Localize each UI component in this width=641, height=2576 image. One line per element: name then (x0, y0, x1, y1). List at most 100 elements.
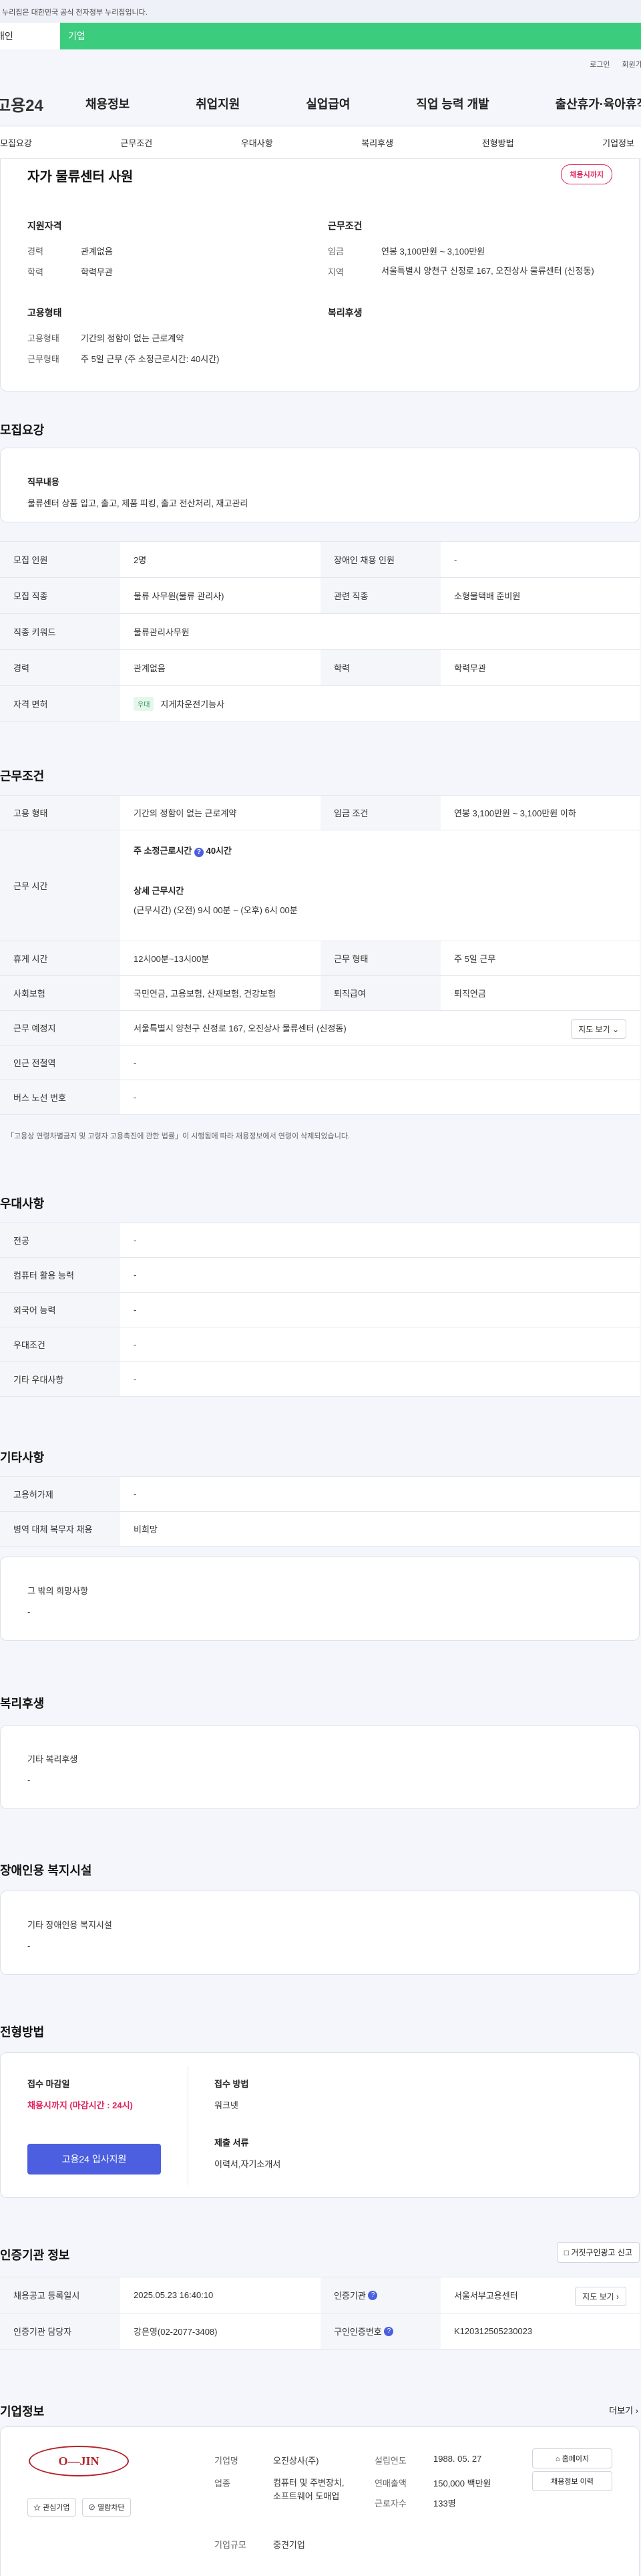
th: 컴퓨터 활용 능력 (0, 1258, 120, 1292)
work-time-cell: 주 소정근로시간 ? 40시간 상세 근무시간 (근무시간) (오전) 9시 0… (134, 844, 298, 916)
util-menu: 로그인 회원가입 (578, 59, 641, 69)
signup-link[interactable]: 회원가입 (622, 61, 641, 69)
td: 국민연금, 고용보험, 산재보험, 건강보험 (134, 989, 276, 999)
detail-hours-label: 상세 근무시간 (134, 886, 184, 896)
disabled-value: - (27, 1941, 31, 1951)
table-row: 우대조건 - (0, 1327, 640, 1362)
subnav-conditions[interactable]: 근무조건 (120, 136, 152, 149)
job-summary-card: 자가 물류센터 사원 채용시까지 지원자격 경력 관계없음 학력 학력무관 근무조건… (0, 159, 640, 391)
block-company-button[interactable]: ⊘ 열람차단 (82, 2498, 131, 2517)
subnav-selection[interactable]: 전형방법 (482, 136, 514, 149)
th: 휴게 시간 (0, 941, 120, 975)
pref-table: 전공 - 컴퓨터 활용 능력 - 외국어 능력 - 우대조건 - 기타 우대사항 - (0, 1223, 640, 1397)
map-button[interactable]: 지도 보기 ⌄ (571, 1019, 626, 1039)
table-row: 경력 관계없음 학력 학력무관 (0, 650, 640, 686)
etc-table: 고용허가제 - 병역 대체 복무자 채용 비희망 (0, 1476, 640, 1547)
homepage-button[interactable]: ⌂ 홈페이지 (532, 2448, 612, 2468)
history-button[interactable]: 채용정보 이력 (532, 2471, 612, 2491)
th: 학력 (320, 650, 441, 685)
th: 사회보험 (0, 976, 120, 1010)
favorite-company-button[interactable]: ☆ 관심기업 (27, 2498, 76, 2517)
table-row: 기타 우대사항 - (0, 1362, 640, 1397)
subnav-recruit[interactable]: 모집요강 (0, 136, 32, 149)
info-icon[interactable]: ? (194, 848, 204, 857)
docs-label: 제출 서류 (214, 2138, 249, 2148)
table-row: 인증기관 담당자 강은영(02-2077-3408) 구인인증번호 ? K120312… (0, 2313, 640, 2350)
gnb-jobs[interactable]: 채용정보 (85, 95, 130, 112)
th: 모집 직종 (0, 578, 120, 613)
job-title: 자가 물류센터 사원 (27, 170, 134, 184)
gnb-parental-leave[interactable]: 출산휴가·육아휴직 (556, 95, 641, 112)
subnav-welfare[interactable]: 복리후생 (361, 136, 393, 149)
td: - (134, 1305, 137, 1315)
career-value: 관계없음 (81, 247, 113, 257)
recruit-table: 모집 인원 2명 장애인 채용 인원 - 모집 직종 물류 사무원(물류 관리사) 관련 … (0, 541, 640, 722)
td: 12시00분~13시00분 (134, 954, 210, 964)
work-table: 고용 형태 기간의 정함이 없는 근로계약 임금 조건 연봉 3,100만원 ~ 3,… (0, 795, 640, 1115)
gov-notice-banner: 이 누리집은 대한민국 공식 전자정부 누리집입니다. (0, 0, 641, 23)
report-button[interactable]: □ 거짓구인광고 신고 (556, 2242, 640, 2263)
th: 인증기관 ? (320, 2277, 441, 2313)
section-title-pref: 우대사항 (0, 1197, 45, 1211)
est-value: 1988. 05. 27 (433, 2454, 482, 2464)
company-name-value: 오진상사(주) (273, 2456, 319, 2466)
gnb-training[interactable]: 직업 능력 개발 (416, 95, 489, 112)
table-row: 휴게 시간 12시00분~13시00분 근무 형태 주 5일 근무 (0, 941, 640, 976)
more-link[interactable]: 더보기 › (609, 2404, 638, 2416)
employment-title: 고용형태 (27, 307, 62, 318)
login-link[interactable]: 로그인 (590, 61, 610, 69)
table-row: 근무 예정지 서울특별시 양천구 신정로 167, 오진상사 물류센터 (신정동)… (0, 1011, 640, 1045)
block-icon: ⊘ (88, 2504, 95, 2512)
sales-value: 150,000 백만원 (433, 2478, 491, 2488)
region-value: 서울특별시 양천구 신정로 167, 오진상사 물류센터 (신정동) (381, 266, 594, 276)
td: 강은영(02-2077-3408) (134, 2327, 218, 2337)
table-row: 모집 인원 2명 장애인 채용 인원 - (0, 542, 640, 578)
cert-map-button[interactable]: 지도 보기 › (575, 2287, 626, 2306)
td: - (134, 1058, 137, 1068)
site-logo[interactable]: 고용24 (0, 92, 43, 116)
section-subnav: 모집요강 근무조건 우대사항 복리후생 전형방법 기업정보 (0, 127, 641, 159)
table-row: 자격 면허 우대 지게차운전기능사 (0, 686, 640, 722)
table-row: 채용공고 등록일시 2025.05.23 16:40:10 인증기관 ? 서울서부고용… (0, 2277, 640, 2313)
method-value: 워크넷 (214, 2100, 238, 2110)
emp-type-label: 고용형태 (27, 333, 59, 343)
th: 직종 키워드 (0, 614, 120, 649)
table-row: 직종 키워드 물류관리사무원 (0, 614, 640, 650)
industry-label: 업종 (214, 2478, 230, 2488)
th: 인증기관 담당자 (0, 2313, 120, 2349)
td: 2025.05.23 16:40:10 (134, 2290, 214, 2300)
global-nav: 채용정보 취업지원 실업급여 직업 능력 개발 출산휴가·육아휴직 (85, 95, 641, 112)
td: 물류 사무원(물류 관리사) (134, 591, 224, 601)
company-logo: O—JIN (29, 2446, 129, 2476)
gnb-unemployment[interactable]: 실업급여 (306, 95, 350, 112)
week-hours-value: 40시간 (206, 846, 232, 856)
table-row: 고용허가제 - (0, 1477, 640, 1512)
age-notice: 「고용상 연령차별금지 및 고령자 고용촉진에 관한 법률」이 시행됨에 따라 … (7, 1132, 351, 1140)
td: 서울특별시 양천구 신정로 167, 오진상사 물류센터 (신정동) (134, 1023, 347, 1033)
employees-label: 근로자수 (375, 2499, 407, 2509)
table-row: 컴퓨터 활용 능력 - (0, 1258, 640, 1293)
subnav-company[interactable]: 기업정보 (602, 136, 634, 149)
tab-personal[interactable]: 개인 (0, 23, 60, 49)
td: 퇴직연금 (454, 989, 486, 999)
tab-company[interactable]: 기업 (60, 23, 127, 49)
th: 외국어 능력 (0, 1293, 120, 1327)
welfare-summary-title: 복리후생 (328, 307, 363, 318)
td: 2명 (134, 555, 147, 565)
docs-value: 이력서,자기소개서 (214, 2159, 281, 2169)
apply-button[interactable]: 고용24 입사지원 (27, 2144, 161, 2175)
home-icon: ⌂ (555, 2455, 560, 2463)
welfare-card: 기타 복리후생 - (0, 1725, 640, 1809)
subnav-preference[interactable]: 우대사항 (241, 136, 273, 149)
duty-label: 직무내용 (27, 477, 59, 487)
gnb-employment-support[interactable]: 취업지원 (196, 95, 240, 112)
td: - (134, 1270, 137, 1280)
info-icon[interactable]: ? (368, 2290, 378, 2300)
info-icon[interactable]: ? (384, 2326, 394, 2336)
table-row: 전공 - (0, 1223, 640, 1258)
th: 근무 예정지 (0, 1011, 120, 1045)
table-row: 버스 노선 번호 - (0, 1080, 640, 1115)
license-cell: 우대 지게차운전기능사 (134, 686, 224, 721)
section-title-company: 기업정보 (0, 2405, 45, 2418)
employees-value: 133명 (433, 2499, 456, 2509)
